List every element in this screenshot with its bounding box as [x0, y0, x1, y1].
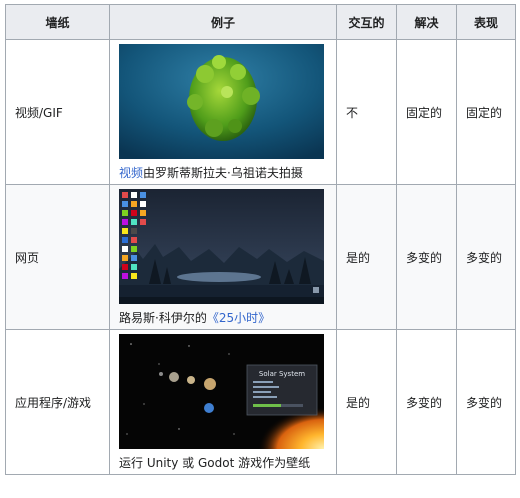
resolution-cell: 固定的 [396, 39, 457, 185]
column-header-example: 例子 [109, 4, 337, 40]
caption-text: 路易斯·科伊尔的 [119, 311, 207, 325]
caption-link-video[interactable]: 视频 [119, 166, 143, 180]
wallpaper-comparison-table: 墙纸 例子 交互的 解决 表现 视频/GIF 视频由罗斯蒂斯拉夫·乌祖诺夫拍摄 … [5, 4, 516, 475]
example-image-webpage[interactable] [119, 189, 324, 304]
wallpaper-type-cell: 应用程序/游戏 [5, 329, 110, 475]
example-image-game[interactable]: Solar System [119, 334, 324, 449]
example-caption: 路易斯·科伊尔的《25小时》 [119, 311, 330, 325]
performance-cell: 多变的 [456, 184, 516, 330]
resolution-cell: 多变的 [396, 329, 457, 475]
table-row: 网页 路易斯·科伊尔的《25小时》 是的 多变的 多变的 [5, 184, 516, 330]
column-header-interactive: 交互的 [336, 4, 397, 40]
caption-link-25-hours[interactable]: 《25小时》 [207, 311, 270, 325]
game-panel-title: Solar System [259, 370, 305, 378]
wallpaper-type-cell: 网页 [5, 184, 110, 330]
table-row: 应用程序/游戏 Solar System 运行 Unity 或 Godot 游戏… [5, 329, 516, 475]
interactive-cell: 是的 [336, 184, 397, 330]
performance-cell: 多变的 [456, 329, 516, 475]
interactive-cell: 不 [336, 39, 397, 185]
column-header-performance: 表现 [456, 4, 516, 40]
example-image-video[interactable] [119, 44, 324, 159]
interactive-cell: 是的 [336, 329, 397, 475]
caption-text: 运行 Unity 或 Godot 游戏作为壁纸 [119, 456, 311, 470]
table-header-row: 墙纸 例子 交互的 解决 表现 [5, 4, 516, 40]
example-cell: Solar System 运行 Unity 或 Godot 游戏作为壁纸 [109, 329, 337, 475]
caption-text: 由罗斯蒂斯拉夫·乌祖诺夫拍摄 [143, 166, 303, 180]
table-row: 视频/GIF 视频由罗斯蒂斯拉夫·乌祖诺夫拍摄 不 固定的 固定的 [5, 39, 516, 185]
resolution-cell: 多变的 [396, 184, 457, 330]
column-header-wallpaper: 墙纸 [5, 4, 110, 40]
column-header-resolution: 解决 [396, 4, 457, 40]
example-cell: 路易斯·科伊尔的《25小时》 [109, 184, 337, 330]
example-caption: 运行 Unity 或 Godot 游戏作为壁纸 [119, 456, 330, 470]
example-cell: 视频由罗斯蒂斯拉夫·乌祖诺夫拍摄 [109, 39, 337, 185]
wallpaper-type-cell: 视频/GIF [5, 39, 110, 185]
performance-cell: 固定的 [456, 39, 516, 185]
example-caption: 视频由罗斯蒂斯拉夫·乌祖诺夫拍摄 [119, 166, 330, 180]
